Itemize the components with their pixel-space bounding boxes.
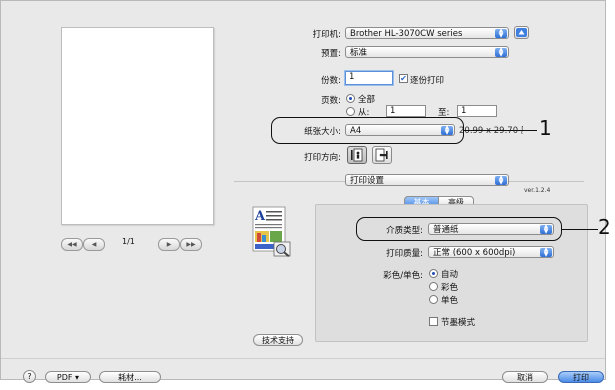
driver-version: ver.1.2.4 [524,187,551,194]
toner-save-label: 节墨模式 [441,318,476,328]
printer-value: Brother HL-3070CW series [350,29,463,39]
footer-divider [1,358,605,359]
presets-label: 预置: [321,49,341,59]
print-quality-label: 打印质量: [386,249,423,259]
cancel-button[interactable]: 取消 [502,371,548,383]
pages-all-radio[interactable] [346,94,355,103]
print-dialog: ◀◀ ◀ 1/1 ▶ ▶▶ 打印机: Brother HL-3070CW ser… [0,0,611,383]
svg-text:A: A [254,209,266,224]
pages-range-radio[interactable] [346,107,355,116]
pages-from-input[interactable]: 1 [386,105,426,117]
support-button[interactable]: 技术支持 [253,334,303,346]
toner-save-checkbox[interactable] [429,317,438,326]
supplies-button[interactable]: 耗材... [99,371,161,383]
pages-label: 页数: [321,96,341,106]
help-button[interactable]: ? [23,370,36,383]
printer-settings-illustration: A [252,206,294,260]
collate-checkbox[interactable]: ✔ [399,74,408,83]
page-indicator: 1/1 [122,237,135,246]
color-mode-color-label: 彩色 [441,283,459,293]
popup-arrows-icon: ▲ ▼ [495,175,507,185]
copies-label: 份数: [321,76,341,86]
callout-2-leader [562,229,598,231]
popup-arrows-icon: ▲ ▼ [540,247,552,257]
first-page-button[interactable]: ◀◀ [61,238,83,251]
landscape-orientation-button[interactable] [372,146,392,164]
pages-all-label: 全部 [358,95,376,105]
panel-value: 打印设置 [350,176,385,186]
color-mode-color-radio[interactable] [429,282,438,291]
print-quality-select[interactable]: 正常 (600 x 600dpi) ▲ ▼ [428,246,554,258]
popup-arrows-icon: ▲ ▼ [495,47,507,57]
color-mode-auto-label: 自动 [441,270,459,280]
triangle-up-icon [516,28,527,37]
copies-input[interactable]: 1 [345,71,393,85]
printer-label: 打印机: [312,30,341,40]
callout-1-number: 1 [539,116,552,140]
presets-value: 标准 [350,48,368,58]
callout-2-outline [356,217,562,241]
color-mode-auto-radio[interactable] [429,269,438,278]
portrait-orientation-button[interactable] [347,146,367,164]
next-page-button[interactable]: ▶ [158,238,180,251]
pages-to-input[interactable]: 1 [457,105,497,117]
color-mode-label: 彩色/单色: [383,271,423,281]
callout-2-number: 2 [598,215,611,239]
previous-page-button[interactable]: ◀ [83,238,105,251]
page-preview [61,27,214,225]
color-mode-mono-radio[interactable] [429,295,438,304]
portrait-icon [351,148,363,162]
landscape-icon [375,148,388,162]
print-button[interactable]: 打印 [558,371,604,383]
presets-select[interactable]: 标准 ▲ ▼ [345,46,509,58]
collate-label: 逐份打印 [410,76,445,86]
pdf-menu-button[interactable]: PDF ▾ [45,371,91,383]
callout-1-outline [271,117,464,144]
printer-select[interactable]: Brother HL-3070CW series ▲ ▼ [345,27,509,39]
panel-select[interactable]: 打印设置 ▲ ▼ [345,174,509,186]
color-mode-mono-label: 单色 [441,296,459,306]
expand-dialog-button[interactable] [514,26,529,39]
orientation-label: 打印方向: [304,153,341,163]
last-page-button[interactable]: ▶▶ [180,238,202,251]
callout-1-leader [464,130,537,132]
color-document-icon: A [252,206,291,257]
print-quality-value: 正常 (600 x 600dpi) [433,248,516,258]
popup-arrows-icon: ▲ ▼ [495,28,507,38]
